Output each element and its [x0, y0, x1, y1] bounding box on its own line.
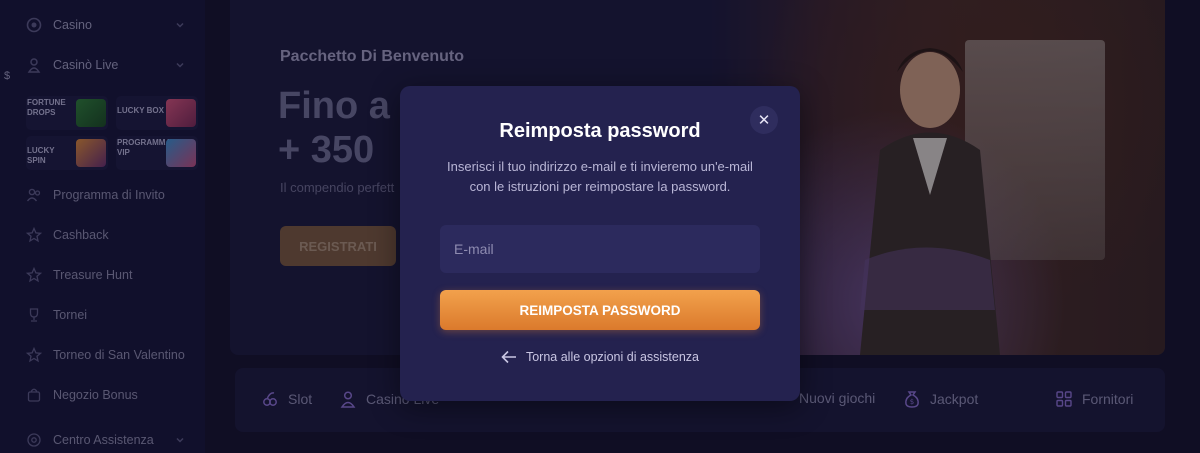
modal-title: Reimposta password	[499, 120, 701, 142]
modal-description-line2: con le istruzioni per reimpostare la pas…	[469, 179, 731, 194]
reset-password-modal: ✕ Reimposta password Inserisci il tuo in…	[400, 86, 800, 401]
back-to-support-link[interactable]: Torna alle opzioni di assistenza	[400, 350, 800, 364]
modal-description-line1: Inserisci il tuo indirizzo e-mail e ti i…	[447, 159, 753, 174]
modal-description: Inserisci il tuo indirizzo e-mail e ti i…	[430, 157, 770, 197]
reset-password-button[interactable]: REIMPOSTA PASSWORD	[440, 290, 760, 330]
back-link-label: Torna alle opzioni di assistenza	[525, 350, 700, 364]
email-field[interactable]	[440, 225, 760, 273]
arrow-left-icon	[501, 350, 516, 364]
